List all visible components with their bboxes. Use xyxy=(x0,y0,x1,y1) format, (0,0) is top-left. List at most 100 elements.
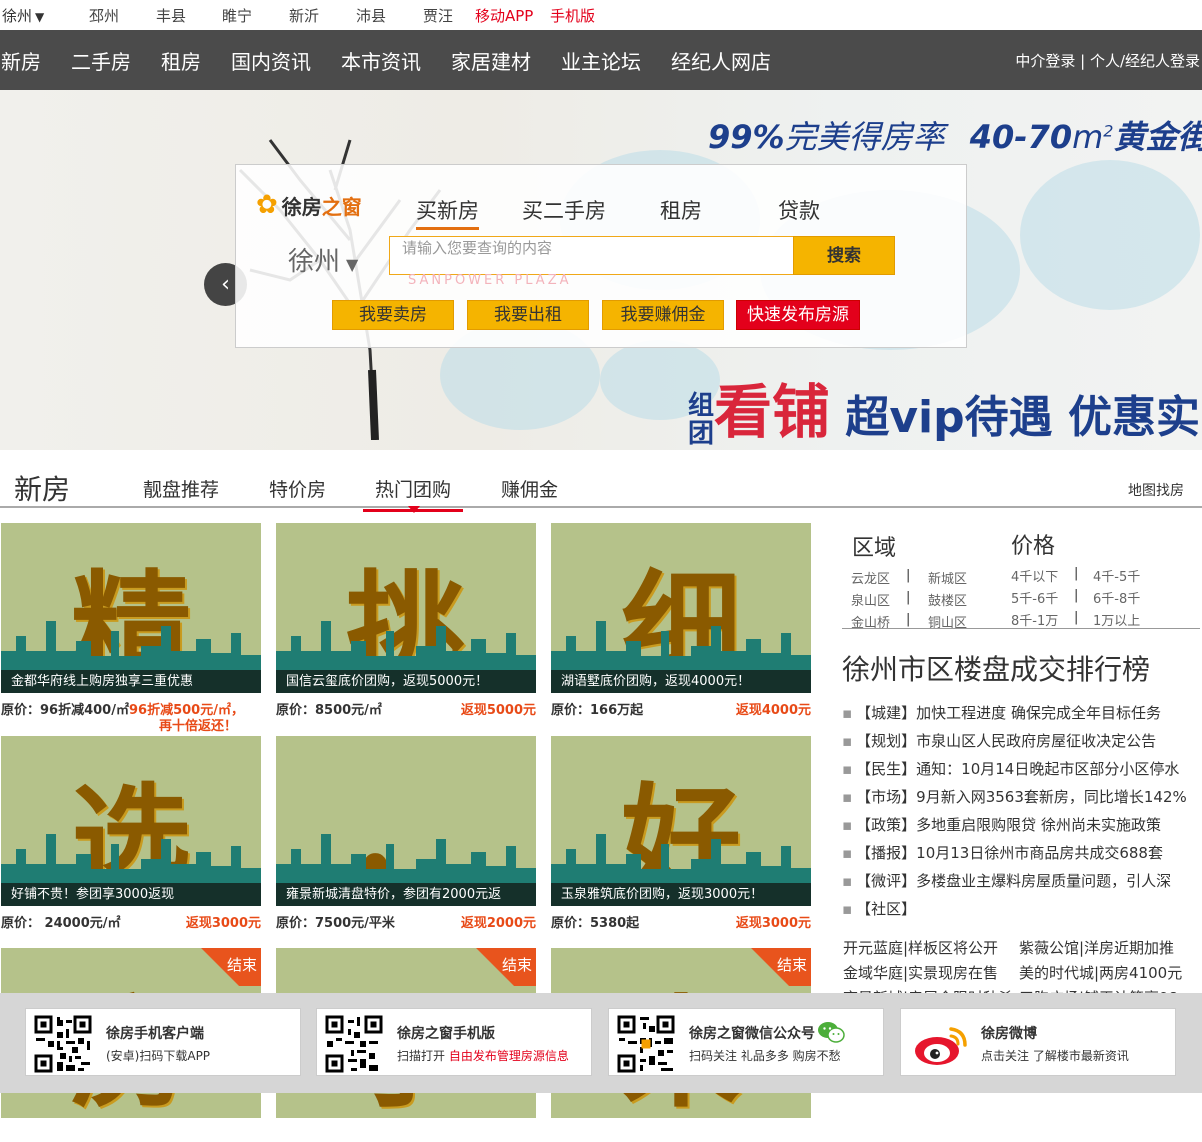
site-logo[interactable]: ✿ 徐房 之窗 xyxy=(256,190,362,220)
group-buy-card[interactable]: 好 玉泉雅筑底价团购，返现3000元！ 原价：5380起 返现3000元 xyxy=(551,736,811,931)
search-button[interactable]: 搜索 xyxy=(793,236,895,275)
nav-rent[interactable]: 租房 xyxy=(161,46,201,75)
nav-agent-shops[interactable]: 经纪人网店 xyxy=(671,46,771,75)
city-skyline-illustration xyxy=(551,834,811,884)
group-buy-card[interactable]: 细 湖语墅底价团购，返现4000元！ 原价：166万起 返现4000元 xyxy=(551,523,811,718)
panel-title: 徐房之窗手机版 xyxy=(397,1026,495,1042)
news-item[interactable]: ▪ 【规划】市泉山区人民政府房屋征收决定公告 xyxy=(842,730,1156,751)
tab-buy-new[interactable]: 买新房 xyxy=(416,195,479,230)
bullet-icon: ▪ xyxy=(842,760,853,778)
card-price: 原价： 24000元/㎡ xyxy=(1,916,121,931)
earn-commission-button[interactable]: 我要赚佣金 xyxy=(602,300,724,330)
mobile-site-panel[interactable]: 徐房之窗手机版 扫描打开 自由发布管理房源信息 xyxy=(316,1008,592,1076)
tab-buy-second-hand[interactable]: 买二手房 xyxy=(522,195,606,225)
nav-home-materials[interactable]: 家居建材 xyxy=(451,46,531,75)
qr-code-icon xyxy=(33,1014,93,1074)
flower-logo-icon: ✿ xyxy=(256,190,278,220)
price-range-link[interactable]: 4千以下 xyxy=(1011,566,1058,585)
wechat-panel[interactable]: 徐房之窗微信公众号 扫码关注 礼品多多 购房不愁 xyxy=(608,1008,884,1076)
city-link[interactable]: 邳州 xyxy=(89,5,119,26)
price-range-link[interactable]: 6千-8千 xyxy=(1093,588,1140,607)
sell-house-button[interactable]: 我要卖房 xyxy=(332,300,454,330)
nav-new-homes[interactable]: 新房 xyxy=(1,46,41,75)
quick-post-button[interactable]: 快速发布房源 xyxy=(736,300,860,330)
city-skyline-illustration xyxy=(276,834,536,884)
news-item[interactable]: ▪ 【城建】加快工程进度 确保完成全年目标任务 xyxy=(842,702,1161,723)
property-link[interactable]: 紫薇公馆|洋房近期加推 xyxy=(1019,937,1174,958)
tab-commission[interactable]: 赚佣金 xyxy=(501,475,558,502)
ended-ribbon: 结束 xyxy=(466,948,536,986)
region-link[interactable]: 新城区 xyxy=(928,568,967,587)
banner-slogan-bottom: 组团看铺 超vip待遇 优惠实 xyxy=(688,378,1200,449)
card-price: 原价：8500元/㎡ xyxy=(276,703,382,718)
banner-slogan-top: 99%完美得房率 40-70m2黄金街铺 耀 xyxy=(708,118,1202,156)
price-range-link[interactable]: 4千-5千 xyxy=(1093,566,1140,585)
city-link[interactable]: 丰县 xyxy=(156,5,186,26)
tab-loan[interactable]: 贷款 xyxy=(778,195,820,225)
city-link[interactable]: 沛县 xyxy=(356,5,386,26)
card-caption: 金都华府线上购房独享三重优惠 xyxy=(1,670,261,693)
city-link[interactable]: 睢宁 xyxy=(222,5,252,26)
search-input[interactable]: 请输入您要查询的内容 xyxy=(389,236,794,275)
news-item[interactable]: ▪ 【政策】多地重启限购限贷 徐州尚未实施政策 xyxy=(842,814,1161,835)
price-range-link[interactable]: 5千-6千 xyxy=(1011,588,1058,607)
group-buy-card[interactable]: 精 金都华府线上购房独享三重优惠 原价：96折减400/㎡96折减500元/㎡，… xyxy=(1,523,261,734)
card-rebate: 返现3000元 xyxy=(185,916,261,931)
nav-national-news[interactable]: 国内资讯 xyxy=(231,46,311,75)
property-link[interactable]: 开元蓝庭|样板区将公开 xyxy=(843,937,998,958)
card-price: 原价：7500元/平米 xyxy=(276,916,395,931)
news-item[interactable]: ▪ 【社区】 xyxy=(842,898,916,919)
region-link[interactable]: 云龙区 xyxy=(851,568,890,587)
price-range-link[interactable]: 1万以上 xyxy=(1093,610,1140,629)
rent-out-button[interactable]: 我要出租 xyxy=(467,300,589,330)
ranking-title: 徐州市区楼盘成交排行榜 xyxy=(842,653,1151,686)
region-link[interactable]: 鼓楼区 xyxy=(928,590,967,609)
panel-title: 徐房手机客户端 xyxy=(106,1026,204,1042)
map-search-link[interactable]: 地图找房 xyxy=(1128,480,1184,500)
divider xyxy=(842,628,1200,629)
divider: | xyxy=(1074,566,1079,581)
property-link[interactable]: 美的时代城|两房4100元 xyxy=(1019,962,1182,983)
card-image: 细 湖语墅底价团购，返现4000元！ xyxy=(551,523,811,693)
region-link[interactable]: 泉山区 xyxy=(851,590,890,609)
personal-login-link[interactable]: 个人/经纪人登录 xyxy=(1090,52,1200,70)
bullet-icon: ▪ xyxy=(842,872,853,890)
weibo-panel[interactable]: 徐房微博 点击关注 了解楼市最新资讯 xyxy=(900,1008,1176,1076)
city-link[interactable]: 贾汪 xyxy=(423,5,453,26)
group-buy-card[interactable]: ， 雍景新城清盘特价，参团有2000元返 原价：7500元/平米 返现2000元 xyxy=(276,736,536,931)
divider: | xyxy=(1074,588,1079,603)
card-image: ， 雍景新城清盘特价，参团有2000元返 xyxy=(276,736,536,906)
card-image: 好 玉泉雅筑底价团购，返现3000元！ xyxy=(551,736,811,906)
news-item[interactable]: ▪ 【播报】10月13日徐州市商品房共成交688套 xyxy=(842,842,1163,863)
mobile-version-link[interactable]: 手机版 xyxy=(550,5,595,26)
tab-featured[interactable]: 靓盘推荐 xyxy=(143,475,219,502)
agency-login-link[interactable]: 中介登录 xyxy=(1015,52,1075,70)
mobile-app-link[interactable]: 移动APP xyxy=(475,5,533,26)
nav-second-hand[interactable]: 二手房 xyxy=(71,46,131,75)
current-city-selector[interactable]: 徐州 ▼ xyxy=(2,5,44,26)
tab-rent[interactable]: 租房 xyxy=(660,195,702,225)
city-link[interactable]: 新沂 xyxy=(289,5,319,26)
news-item[interactable]: ▪ 【微评】多楼盘业主爆料房屋质量问题，引人深 xyxy=(842,870,1171,891)
search-city-select[interactable]: 徐州 ▼ xyxy=(288,241,358,278)
nav-owner-forum[interactable]: 业主论坛 xyxy=(561,46,641,75)
city-bar: 徐州 ▼ 邳州 丰县 睢宁 新沂 沛县 贾汪 移动APP 手机版 xyxy=(0,0,1202,30)
ended-ribbon: 结束 xyxy=(191,948,261,986)
price-range-link[interactable]: 8千-1万 xyxy=(1011,610,1058,629)
card-caption: 玉泉雅筑底价团购，返现3000元！ xyxy=(551,883,811,906)
news-item[interactable]: ▪ 【市场】9月新入网3563套新房，同比增长142% xyxy=(842,786,1187,807)
new-homes-section-header: 新房 靓盘推荐 特价房 热门团购 赚佣金 地图找房 xyxy=(0,460,1202,512)
app-download-panel[interactable]: 徐房手机客户端 (安卓)扫码下载APP xyxy=(25,1008,301,1076)
divider: | xyxy=(906,568,911,583)
main-nav: 新房 二手房 租房 国内资讯 本市资讯 家居建材 业主论坛 经纪人网店 中介登录… xyxy=(0,30,1202,90)
tab-special-price[interactable]: 特价房 xyxy=(269,475,326,502)
group-buy-card[interactable]: 选 好铺不贵！参团享3000返现 原价： 24000元/㎡ 返现3000元 xyxy=(1,736,261,931)
city-skyline-illustration xyxy=(551,621,811,671)
bullet-icon: ▪ xyxy=(842,844,853,862)
group-buy-card[interactable]: 挑 国信云玺底价团购，返现5000元！ 原价：8500元/㎡ 返现5000元 xyxy=(276,523,536,718)
news-item[interactable]: ▪ 【民生】通知：10月14日晚起市区部分小区停水 xyxy=(842,758,1179,779)
qr-code-icon xyxy=(324,1014,384,1074)
property-link[interactable]: 金域华庭|实景现房在售 xyxy=(843,962,998,983)
card-caption: 湖语墅底价团购，返现4000元！ xyxy=(551,670,811,693)
nav-local-news[interactable]: 本市资讯 xyxy=(341,46,421,75)
